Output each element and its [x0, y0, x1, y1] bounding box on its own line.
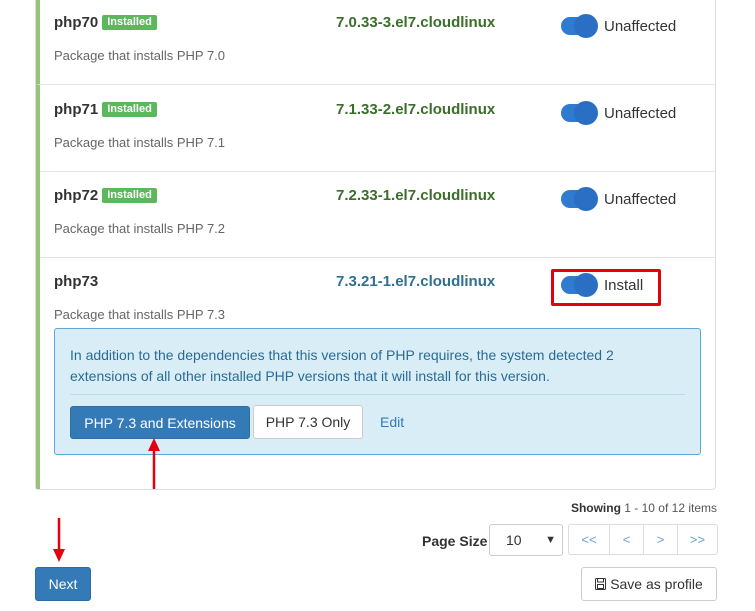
toggle-label: Unaffected: [604, 17, 677, 35]
package-name-text: php70: [54, 14, 99, 31]
installed-badge: Installed: [102, 102, 157, 117]
pagination-controls: << < > >>: [568, 524, 718, 555]
page-size-value: 10: [506, 532, 522, 548]
floppy-disk-icon: [595, 578, 607, 590]
toggle-knob: [575, 102, 597, 124]
package-name-text: php73: [54, 273, 99, 290]
prev-page-button[interactable]: <: [609, 524, 644, 555]
package-row-php71: php71 Installed Package that installs PH…: [36, 85, 715, 172]
toggle-label: Unaffected: [604, 104, 677, 122]
edit-link[interactable]: Edit: [380, 414, 404, 430]
toggle-knob: [575, 188, 597, 210]
package-version: 7.0.33-3.el7.cloudlinux: [336, 14, 496, 31]
installed-badge: Installed: [102, 188, 157, 203]
package-version: 7.1.33-2.el7.cloudlinux: [336, 101, 496, 118]
toggle-switch[interactable]: [561, 188, 597, 210]
toggle-switch[interactable]: [561, 102, 597, 124]
showing-count: Showing 1 - 10 of 12 items: [571, 501, 717, 515]
package-name: php73: [54, 273, 98, 290]
toggle-knob: [575, 15, 597, 37]
install-toggle-highlight: [551, 269, 661, 306]
next-page-button[interactable]: >: [643, 524, 678, 555]
package-row-php72: php72 Installed Package that installs PH…: [36, 171, 715, 258]
installed-badge: Installed: [102, 15, 157, 30]
package-toggle-php70[interactable]: Unaffected: [561, 15, 677, 37]
php-only-button[interactable]: PHP 7.3 Only: [253, 405, 363, 439]
annotation-arrow-up-icon: [148, 438, 160, 489]
showing-label: Showing: [570, 501, 621, 515]
package-description: Package that installs PHP 7.1: [54, 135, 226, 150]
page-size-label: Page Size: [422, 533, 488, 549]
extensions-info-box: In addition to the dependencies that thi…: [54, 328, 701, 455]
package-name: php71 Installed: [54, 101, 157, 118]
package-name: php72 Installed: [54, 187, 157, 204]
annotation-arrow-down-icon: [53, 518, 65, 562]
toggle-label: Unaffected: [604, 190, 677, 208]
package-name-text: php71: [54, 101, 99, 118]
package-toggle-php71[interactable]: Unaffected: [561, 102, 677, 124]
save-as-profile-button[interactable]: Save as profile: [581, 567, 717, 601]
package-description: Package that installs PHP 7.0: [54, 48, 226, 63]
info-message: In addition to the dependencies that thi…: [70, 347, 614, 384]
save-as-profile-label: Save as profile: [610, 576, 703, 592]
package-description: Package that installs PHP 7.3: [54, 307, 226, 322]
package-row-php70: php70 Installed Package that installs PH…: [36, 0, 715, 85]
php-and-extensions-button[interactable]: PHP 7.3 and Extensions: [70, 406, 250, 439]
package-name-text: php72: [54, 187, 99, 204]
package-version: 7.3.21-1.el7.cloudlinux: [336, 273, 496, 290]
package-version: 7.2.33-1.el7.cloudlinux: [336, 187, 496, 204]
next-button[interactable]: Next: [35, 567, 91, 601]
first-page-button[interactable]: <<: [568, 524, 610, 555]
chevron-down-icon: ▼: [545, 534, 556, 546]
info-divider: [70, 394, 685, 395]
package-toggle-php72[interactable]: Unaffected: [561, 188, 677, 210]
last-page-button[interactable]: >>: [677, 524, 718, 555]
package-description: Package that installs PHP 7.2: [54, 221, 226, 236]
toggle-switch[interactable]: [561, 15, 597, 37]
showing-range: 1 - 10 of 12 items: [624, 501, 717, 515]
page-size-select[interactable]: 10 ▼: [489, 524, 563, 556]
package-name: php70 Installed: [54, 14, 157, 31]
